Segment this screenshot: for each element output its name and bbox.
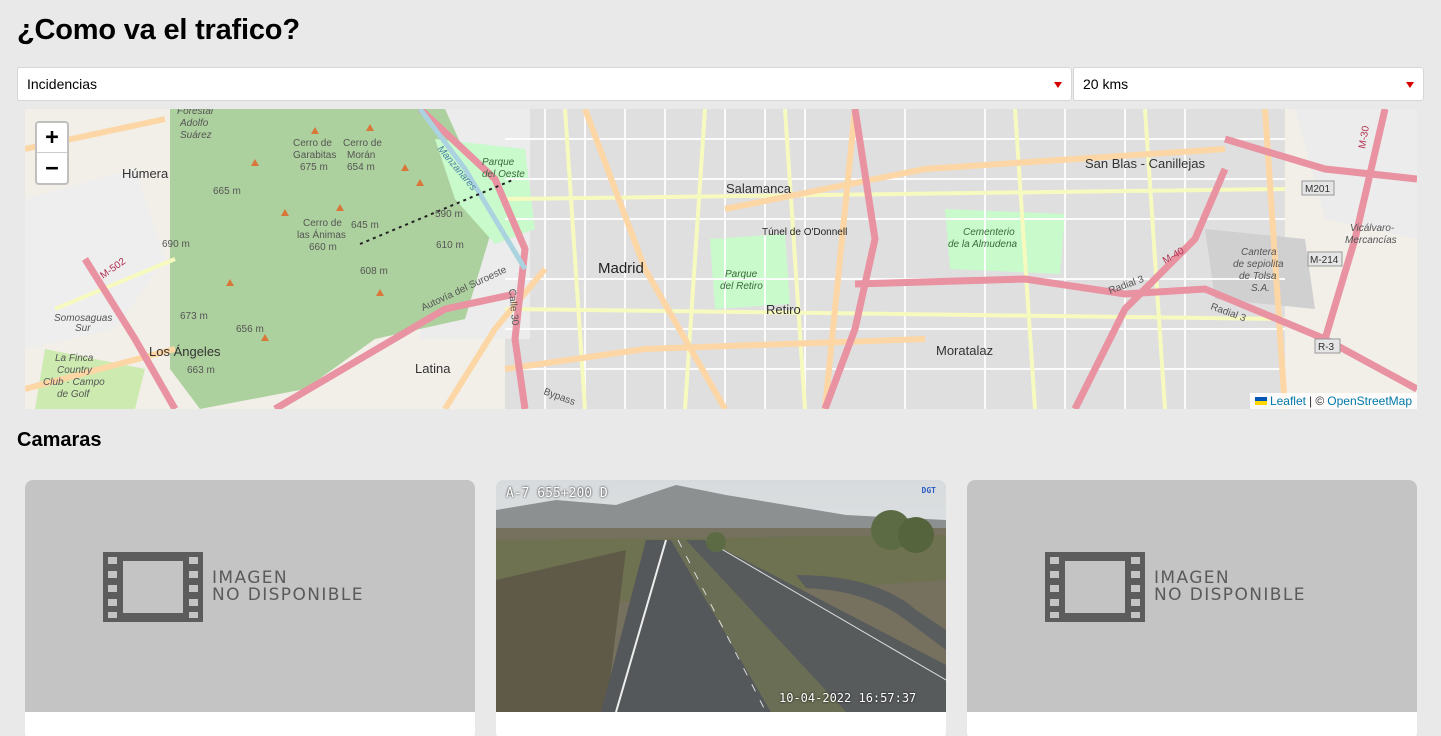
map-label-cerro-moran-1: Cerro de <box>343 138 382 149</box>
map-label-cementerio-1: Cementerio <box>963 227 1015 238</box>
map-label-humera: Húmera <box>122 166 169 181</box>
camera-snapshot <box>496 480 946 712</box>
map-label-m610: 610 m <box>436 240 464 251</box>
map-label-vicalvaro-1: Vicálvaro- <box>1350 223 1395 234</box>
radius-select-value: 20 kms <box>1083 76 1129 92</box>
no-image-line2: NO DISPONIBLE <box>212 585 364 605</box>
map-label-parque-oeste-2: del Oeste <box>482 169 525 180</box>
zoom-in-button[interactable]: + <box>37 123 67 153</box>
map-label-m608: 608 m <box>360 266 388 277</box>
map-label-somosaguas-2: Sur <box>75 323 91 334</box>
map-label-los-angeles: Los Ángeles <box>149 344 221 359</box>
attribution-separator: | © <box>1308 394 1325 408</box>
no-image-notice: IMAGEN NO DISPONIBLE <box>103 552 364 622</box>
zoom-out-button[interactable]: − <box>37 153 67 183</box>
zoom-control: + − <box>35 121 69 185</box>
chevron-down-icon <box>1054 82 1062 88</box>
film-icon <box>1045 552 1145 622</box>
map-label-parque-retiro-1: Parque <box>725 269 758 280</box>
map-label-retiro: Retiro <box>766 302 801 317</box>
map-label-m645: 645 m <box>351 220 379 231</box>
map-label-cerro-animas-1: Cerro de <box>303 218 342 229</box>
map-label-m665: 665 m <box>213 186 241 197</box>
map-label-tunel: Túnel de O'Donnell <box>762 227 847 238</box>
map-label-m201: M201 <box>1305 184 1330 195</box>
no-image-notice: IMAGEN NO DISPONIBLE <box>1045 552 1306 622</box>
map-label-cerro-animas-3: 660 m <box>309 242 337 253</box>
camera-card[interactable]: IMAGEN NO DISPONIBLE <box>25 480 475 736</box>
map-label-lafinca-3: Club · Campo <box>43 377 105 388</box>
camera-timestamp: 10-04-2022 16:57:37 <box>779 691 917 705</box>
camera-image-placeholder: IMAGEN NO DISPONIBLE <box>25 480 475 712</box>
map-label-cerro-moran-3: 654 m <box>347 162 375 173</box>
camera-card[interactable]: A-7 655+200 D DGT 10-04-2022 16:57:37 <box>496 480 946 736</box>
map-tiles[interactable]: Madrid Salamanca Retiro Moratalaz Latina… <box>25 109 1417 409</box>
map-label-latina: Latina <box>415 361 451 376</box>
map-label-forestal-2: Adolfo <box>179 118 209 129</box>
map-label-cerro-garabitas-3: 675 m <box>300 162 328 173</box>
map-label-cantera-3: de Tolsa <box>1239 271 1277 282</box>
type-select[interactable]: Incidencias <box>17 67 1072 101</box>
map-label-vicalvaro-2: Mercancías <box>1345 235 1397 246</box>
map-label-cementerio-2: de la Almudena <box>948 239 1018 250</box>
map-attribution: Leaflet | © OpenStreetMap <box>1249 393 1417 409</box>
map-label-cantera-1: Cantera <box>1241 247 1277 258</box>
map-label-lafinca-1: La Finca <box>55 353 94 364</box>
dgt-logo: DGT <box>921 486 936 495</box>
map-label-lafinca-2: Country <box>57 365 93 376</box>
no-image-line2: NO DISPONIBLE <box>1154 585 1306 605</box>
type-select-value: Incidencias <box>27 76 98 92</box>
map-label-m690: 690 m <box>162 239 190 250</box>
map-label-salamanca: Salamanca <box>726 181 792 196</box>
camera-image: A-7 655+200 D DGT 10-04-2022 16:57:37 <box>496 480 946 712</box>
map-label-cerro-animas-2: las Ánimas <box>297 228 346 241</box>
leaflet-link[interactable]: Leaflet <box>1270 394 1306 408</box>
map-label-cantera-4: S.A. <box>1251 283 1270 294</box>
camera-image-placeholder: IMAGEN NO DISPONIBLE <box>967 480 1417 712</box>
traffic-map[interactable]: Madrid Salamanca Retiro Moratalaz Latina… <box>25 109 1417 409</box>
map-label-madrid: Madrid <box>598 260 644 277</box>
map-label-m663: 663 m <box>187 365 215 376</box>
ukraine-flag-icon <box>1254 397 1267 405</box>
map-label-r3: R-3 <box>1318 342 1335 353</box>
map-label-forestal-3: Suárez <box>180 130 212 141</box>
camera-road-code: A-7 655+200 D <box>506 486 608 501</box>
map-label-parque-retiro-2: del Retiro <box>720 281 763 292</box>
chevron-down-icon <box>1406 82 1414 88</box>
map-label-parque-oeste-1: Parque <box>482 157 515 168</box>
map-label-forestal-1: Forestal <box>177 109 214 117</box>
map-label-cerro-moran-2: Morán <box>347 150 375 161</box>
openstreetmap-link[interactable]: OpenStreetMap <box>1327 394 1412 408</box>
map-label-m656: 656 m <box>236 324 264 335</box>
map-label-moratalaz: Moratalaz <box>936 343 993 358</box>
camera-card[interactable]: IMAGEN NO DISPONIBLE <box>967 480 1417 736</box>
radius-select[interactable]: 20 kms <box>1073 67 1424 101</box>
map-label-m673: 673 m <box>180 311 208 322</box>
film-icon <box>103 552 203 622</box>
map-label-san-blas: San Blas - Canillejas <box>1085 156 1205 171</box>
map-label-cantera-2: de sepiolita <box>1233 259 1284 270</box>
map-label-m590: 590 m <box>435 209 463 220</box>
map-label-cerro-garabitas-1: Cerro de <box>293 138 332 149</box>
cameras-title: Camaras <box>17 429 102 451</box>
map-label-lafinca-4: de Golf <box>57 389 90 400</box>
map-label-m214: M-214 <box>1310 255 1339 266</box>
page-title: ¿Como va el trafico? <box>17 14 300 46</box>
map-label-cerro-garabitas-2: Garabitas <box>293 150 336 161</box>
